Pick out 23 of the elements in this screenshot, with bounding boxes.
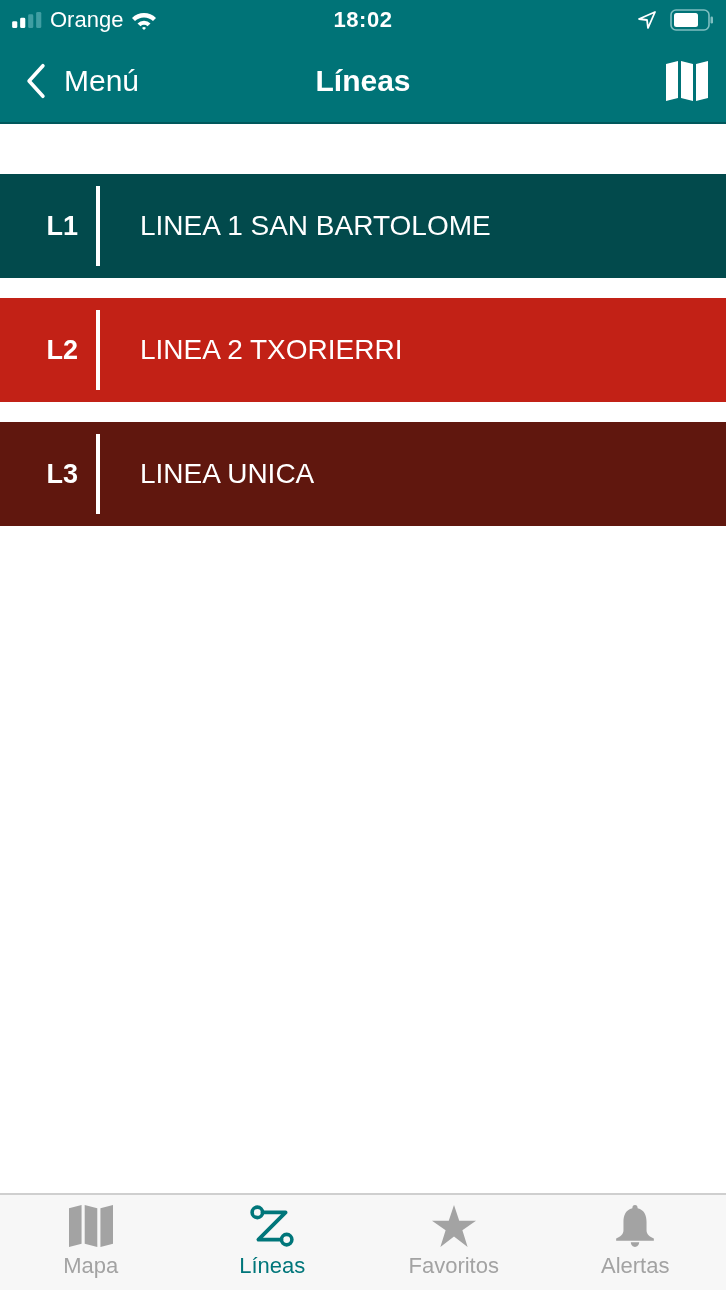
line-code: L3 — [45, 458, 78, 490]
map-icon — [68, 1205, 113, 1247]
chevron-left-icon — [26, 63, 46, 99]
line-row[interactable]: L3 LINEA UNICA — [0, 422, 726, 526]
signal-icon — [12, 12, 42, 28]
route-icon — [250, 1205, 295, 1247]
location-arrow-icon — [638, 11, 656, 29]
star-icon — [431, 1205, 476, 1247]
line-row[interactable]: L1 LINEA 1 SAN BARTOLOME — [0, 174, 726, 278]
line-code: L1 — [45, 210, 78, 242]
tab-item[interactable]: Líneas — [181, 1195, 363, 1290]
back-button[interactable]: Menú — [26, 63, 140, 99]
carrier-name: Orange — [50, 7, 124, 33]
wifi-icon — [131, 10, 158, 30]
line-name: LINEA UNICA — [140, 458, 315, 490]
status-time: 18:02 — [333, 7, 393, 33]
line-name: LINEA 2 TXORIERRI — [140, 334, 403, 366]
line-code: L2 — [45, 334, 78, 366]
map-icon[interactable] — [666, 61, 708, 101]
line-row[interactable]: L2 LINEA 2 TXORIERRI — [0, 298, 726, 402]
page-title: Líneas — [315, 64, 411, 98]
line-name: LINEA 1 SAN BARTOLOME — [140, 210, 491, 242]
battery-icon — [670, 9, 714, 31]
